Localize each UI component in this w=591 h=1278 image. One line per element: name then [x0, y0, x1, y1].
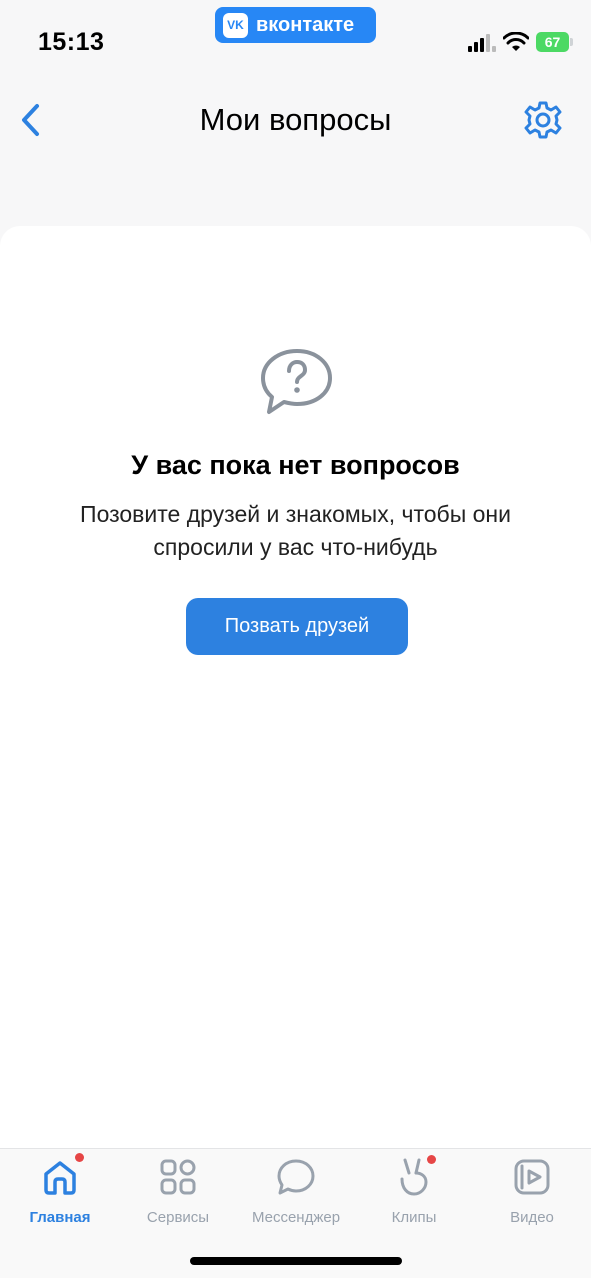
wifi-icon	[503, 32, 529, 51]
settings-button[interactable]	[521, 98, 565, 142]
tab-video[interactable]: Видео	[473, 1157, 591, 1229]
question-bubble-icon	[261, 349, 332, 414]
empty-state-title: У вас пока нет вопросов	[131, 450, 460, 480]
signal-icon	[468, 34, 496, 52]
page-title: Мои вопросы	[199, 102, 392, 137]
tab-label: Клипы	[391, 1209, 437, 1226]
video-icon	[514, 1159, 550, 1195]
status-bar: 15:13 VK вконтакте 67	[0, 0, 591, 72]
gear-icon	[524, 101, 562, 139]
clips-icon	[400, 1158, 428, 1196]
vk-logo-icon: VK	[223, 12, 248, 38]
tab-services[interactable]: Сервисы	[119, 1157, 237, 1229]
tab-label: Видео	[510, 1209, 554, 1226]
home-indicator	[190, 1257, 402, 1265]
tab-home[interactable]: Главная	[1, 1153, 119, 1229]
app-badge[interactable]: VK вконтакте	[215, 7, 376, 43]
notification-dot	[427, 1155, 436, 1164]
grid-icon	[160, 1159, 196, 1195]
tab-messenger[interactable]: Мессенджер	[237, 1157, 355, 1229]
tab-clips[interactable]: Клипы	[355, 1155, 473, 1229]
chat-icon	[277, 1159, 315, 1195]
invite-friends-button[interactable]: Позвать друзей	[186, 598, 408, 655]
empty-state-description: Позовите друзей и знакомых, чтобы они сп…	[80, 501, 511, 560]
home-icon	[44, 1161, 76, 1195]
status-time: 15:13	[38, 28, 105, 56]
battery-level: 67	[536, 32, 569, 52]
app-badge-label: вконтакте	[256, 13, 355, 36]
battery-icon: 67	[536, 32, 574, 52]
tab-label: Главная	[29, 1209, 91, 1226]
nav-header: Мои вопросы	[0, 72, 591, 172]
tab-label: Мессенджер	[251, 1209, 341, 1226]
notification-dot	[75, 1153, 84, 1162]
tab-label: Сервисы	[146, 1209, 210, 1226]
